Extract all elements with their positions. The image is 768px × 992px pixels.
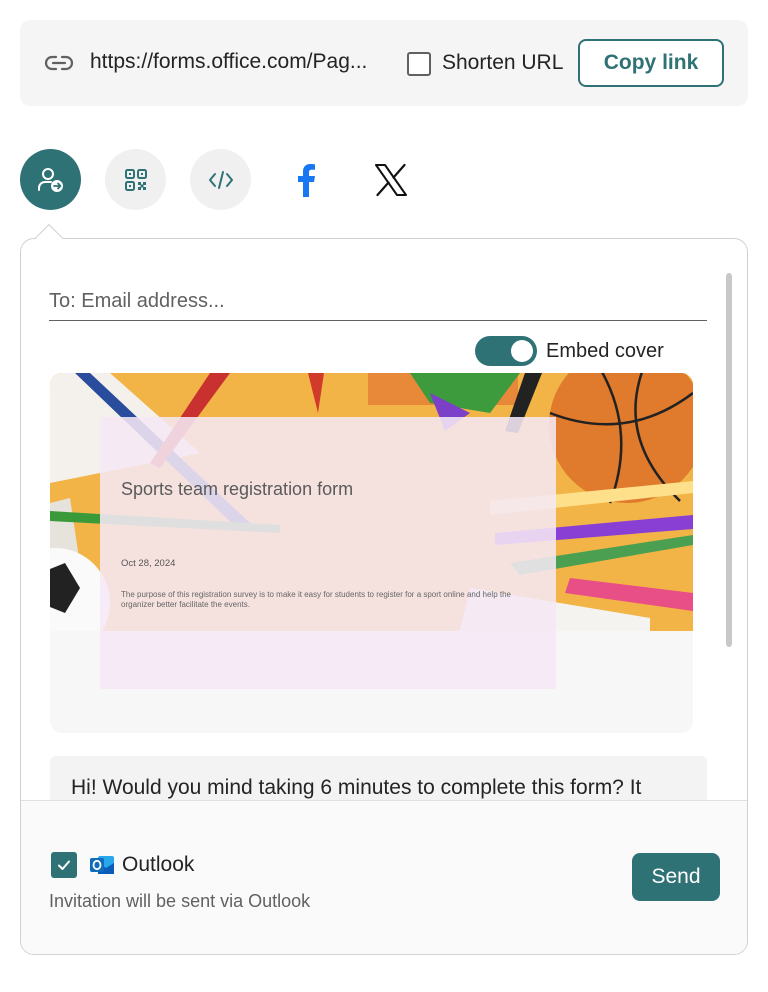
- preview-form-title: Sports team registration form: [121, 479, 354, 499]
- facebook-icon: [297, 163, 315, 197]
- outlook-label: Outlook: [122, 853, 195, 876]
- form-link-url[interactable]: https://forms.office.com/Pag...: [90, 50, 367, 74]
- checkmark-icon: [58, 860, 70, 870]
- form-preview-card: Sports team registration form Oct 28, 20…: [50, 373, 693, 733]
- embed-cover-toggle[interactable]: [475, 336, 537, 366]
- send-via-note: Invitation will be sent via Outlook: [49, 891, 311, 911]
- preview-form-date: Oct 28, 2024: [121, 558, 176, 569]
- embed-code-icon: [208, 170, 233, 189]
- invitation-message-text[interactable]: Hi! Would you mind taking 6 minutes to c…: [71, 776, 641, 800]
- qr-code-icon: [124, 168, 147, 191]
- send-button[interactable]: Send: [632, 853, 720, 901]
- copy-link-button[interactable]: Copy link: [578, 39, 724, 87]
- embed-code-button[interactable]: [190, 149, 251, 210]
- facebook-share-button[interactable]: [275, 149, 336, 210]
- shorten-url-label[interactable]: Shorten URL: [442, 51, 563, 75]
- preview-form-description: The purpose of this registration survey …: [121, 590, 511, 609]
- email-address-input[interactable]: [49, 283, 707, 321]
- qr-code-button[interactable]: [105, 149, 166, 210]
- outlook-icon: [90, 856, 114, 874]
- x-share-button[interactable]: [360, 149, 421, 210]
- x-twitter-icon: [374, 163, 407, 196]
- embed-cover-label: Embed cover: [546, 340, 664, 362]
- link-icon: [44, 55, 74, 71]
- email-invite-icon: [37, 167, 63, 192]
- outlook-checkbox[interactable]: [51, 852, 77, 878]
- send-footer: Outlook Invitation will be sent via Outl…: [21, 800, 747, 954]
- email-share-panel: Embed cover: [20, 238, 748, 955]
- email-invite-button[interactable]: [20, 149, 81, 210]
- shorten-url-checkbox[interactable]: [407, 52, 431, 76]
- toggle-knob: [511, 340, 533, 362]
- preview-form-card: Sports team registration form Oct 28, 20…: [100, 417, 556, 689]
- share-link-bar: https://forms.office.com/Pag... Shorten …: [20, 20, 748, 106]
- panel-scrollbar[interactable]: [726, 273, 732, 647]
